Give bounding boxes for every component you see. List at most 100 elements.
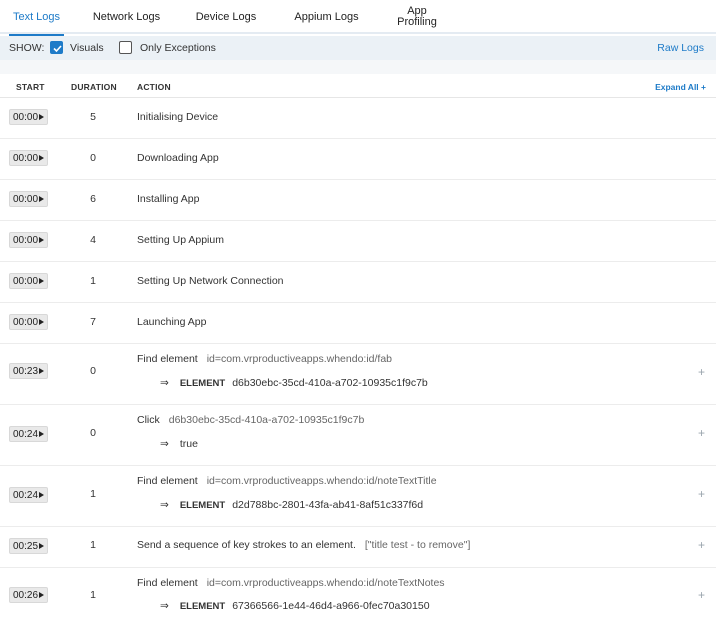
visuals-checkbox[interactable] (50, 41, 63, 54)
start-time: 00:23 (13, 365, 39, 377)
tab-label: Device Logs (195, 10, 257, 23)
duration: 5 (90, 111, 96, 123)
duration: 7 (90, 316, 96, 328)
table-row: 00:25 1 Send a sequence of key strokes t… (0, 527, 716, 568)
start-time: 00:00 (13, 275, 39, 287)
result-value: d6b30ebc-35cd-410a-a702-10935c1f9c7b (232, 377, 428, 389)
table-row: 00:24 0 Click d6b30ebc-35cd-410a-a702-109… (0, 405, 716, 466)
action-name: Find element (137, 577, 198, 589)
start-time: 00:24 (13, 489, 39, 501)
log-tabs: Text Logs Network Logs Device Logs Appiu… (0, 0, 716, 36)
result-keyword: ELEMENT (179, 378, 226, 389)
action-name: Click (137, 414, 160, 426)
result-arrow-icon: ⇒ (160, 377, 169, 389)
action-text: Send a sequence of key strokes to an ele… (137, 539, 470, 551)
result-keyword: ELEMENT (179, 601, 226, 612)
start-time: 00:00 (13, 234, 39, 246)
start-time-button[interactable]: 00:00 (9, 232, 48, 248)
start-time-button[interactable]: 00:25 (9, 538, 48, 554)
expand-all-link[interactable]: Expand All + (655, 82, 706, 92)
duration: 0 (90, 365, 96, 377)
result-value: true (179, 438, 198, 450)
only-exceptions-label: Only Exceptions (140, 42, 216, 54)
action-result: ⇒ ELEMENT d6b30ebc-35cd-410a-a702-10935c1f… (160, 377, 428, 389)
action-text: Launching App (137, 316, 207, 328)
duration: 6 (90, 193, 96, 205)
show-label: SHOW: (9, 42, 45, 54)
duration: 0 (90, 427, 96, 439)
play-arrow-icon (39, 114, 44, 120)
result-value: d2d788bc-2801-43fa-ab41-8af51c337f6d (232, 499, 424, 511)
play-arrow-icon (39, 237, 44, 243)
header-duration: DURATION (71, 82, 117, 92)
result-arrow-icon: ⇒ (160, 438, 169, 450)
start-time: 00:00 (13, 316, 39, 328)
tab-text-logs[interactable]: Text Logs (9, 0, 64, 36)
start-time-button[interactable]: 00:24 (9, 487, 48, 503)
header-start: START (16, 82, 45, 92)
start-time-button[interactable]: 00:00 (9, 109, 48, 125)
tab-label: Text Logs (12, 10, 61, 23)
tab-network-logs[interactable]: Network Logs (88, 0, 165, 34)
start-time-button[interactable]: 00:24 (9, 426, 48, 442)
action-text: Click d6b30ebc-35cd-410a-a702-10935c1f9c7… (137, 414, 364, 426)
table-row: 00:00 6 Installing App (0, 180, 716, 221)
table-row: 00:00 5 Initialising Device (0, 98, 716, 139)
duration: 0 (90, 152, 96, 164)
start-time: 00:00 (13, 152, 39, 164)
start-time: 00:25 (13, 540, 39, 552)
raw-logs-link[interactable]: Raw Logs (657, 42, 704, 54)
duration: 1 (90, 488, 96, 500)
action-text: Initialising Device (137, 111, 219, 123)
table-row: 00:00 1 Setting Up Network Connection (0, 262, 716, 303)
action-text: Installing App (137, 193, 200, 205)
action-text: Setting Up Network Connection (137, 275, 284, 287)
action-param: d6b30ebc-35cd-410a-a702-10935c1f9c7b (168, 414, 365, 426)
tab-label: Profiling (397, 16, 437, 28)
action-text: Downloading App (137, 152, 219, 164)
plus-icon[interactable]: + (698, 365, 705, 379)
action-text: Setting Up Appium (137, 234, 224, 246)
action-name: Find element (137, 475, 198, 487)
tab-app-profiling[interactable]: App Profiling (390, 0, 444, 34)
action-text: Find element id=com.vrproductiveapps.when… (137, 577, 445, 589)
table-header: START DURATION ACTION Expand All + (0, 74, 716, 98)
start-time-button[interactable]: 00:00 (9, 191, 48, 207)
table-row: 00:23 0 Find element id=com.vrproductivea… (0, 344, 716, 405)
play-arrow-icon (39, 592, 44, 598)
plus-icon[interactable]: + (698, 538, 705, 552)
start-time: 00:00 (13, 193, 39, 205)
table-row: 00:00 4 Setting Up Appium (0, 221, 716, 262)
action-param: id=com.vrproductiveapps.whendo:id/noteTe… (206, 475, 437, 487)
start-time-button[interactable]: 00:00 (9, 314, 48, 330)
plus-icon[interactable]: + (698, 426, 705, 440)
play-arrow-icon (39, 492, 44, 498)
result-value: 67366566-1e44-46d4-a966-0fec70a30150 (232, 600, 430, 612)
table-row: 00:00 0 Downloading App (0, 139, 716, 180)
tab-device-logs[interactable]: Device Logs (192, 0, 260, 34)
start-time-button[interactable]: 00:26 (9, 587, 48, 603)
action-result: ⇒ ELEMENT 67366566-1e44-46d4-a966-0fec70a3… (160, 600, 430, 612)
visuals-label: Visuals (70, 42, 104, 54)
play-arrow-icon (39, 319, 44, 325)
duration: 4 (90, 234, 96, 246)
action-param: id=com.vrproductiveapps.whendo:id/noteTe… (206, 577, 445, 589)
tab-appium-logs[interactable]: Appium Logs (289, 0, 364, 34)
duration: 1 (90, 589, 96, 601)
play-arrow-icon (39, 278, 44, 284)
action-result: ⇒ ELEMENT d2d788bc-2801-43fa-ab41-8af51c33… (160, 499, 423, 511)
start-time-button[interactable]: 00:00 (9, 150, 48, 166)
table-row: 00:26 1 Find element id=com.vrproductivea… (0, 568, 716, 629)
plus-icon[interactable]: + (698, 588, 705, 602)
action-name: Send a sequence of key strokes to an ele… (137, 539, 356, 551)
start-time: 00:24 (13, 428, 39, 440)
start-time-button[interactable]: 00:23 (9, 363, 48, 379)
play-arrow-icon (39, 368, 44, 374)
plus-icon[interactable]: + (698, 487, 705, 501)
action-param: ["title test - to remove"] (364, 539, 471, 551)
action-name: Find element (137, 353, 198, 365)
only-exceptions-checkbox[interactable] (119, 41, 132, 54)
start-time: 00:00 (13, 111, 39, 123)
action-param: id=com.vrproductiveapps.whendo:id/fab (206, 353, 393, 365)
start-time-button[interactable]: 00:00 (9, 273, 48, 289)
